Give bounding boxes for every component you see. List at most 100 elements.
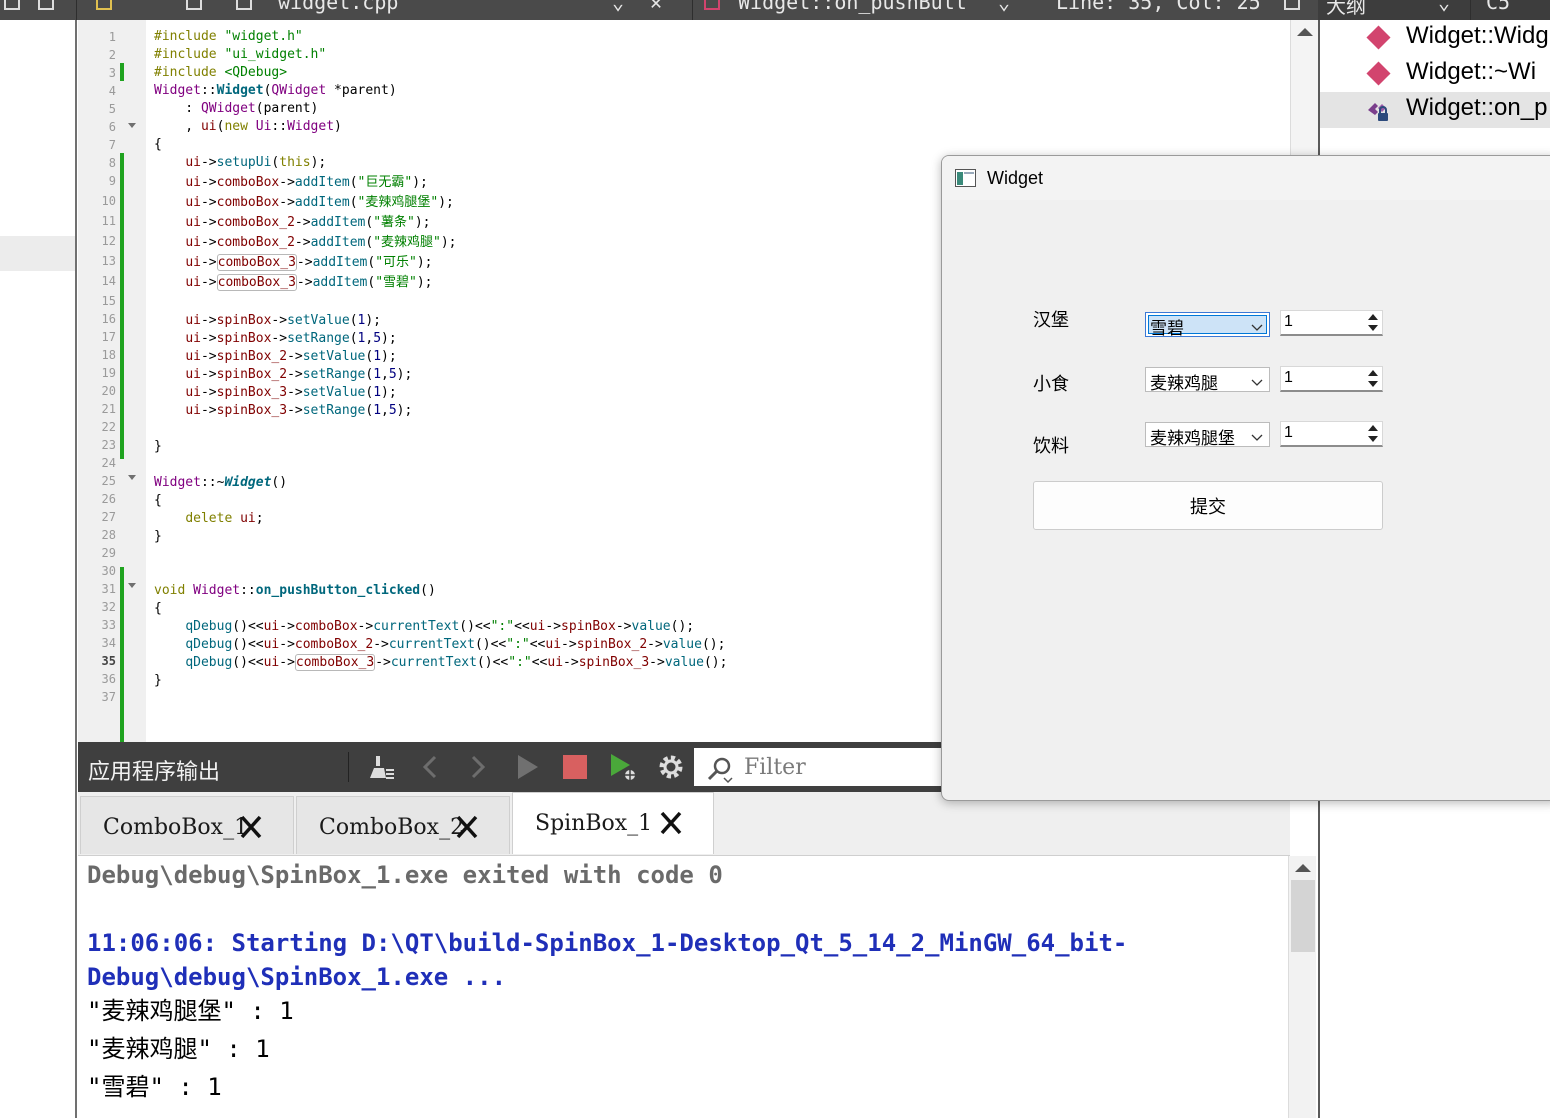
close-tab-icon[interactable] [453,813,481,841]
split-icon[interactable] [1284,0,1300,10]
spin-box-2[interactable]: 1 [1280,366,1383,392]
search-icon [706,756,733,784]
output-scrollbar[interactable] [1288,856,1316,1118]
chevron-down-icon[interactable]: ⌄ [998,0,1010,14]
code-line: ui->spinBox->setValue(1); [185,313,382,328]
lock-icon[interactable] [186,0,202,10]
change-marker [120,63,124,81]
code-line: delete ui; [185,511,264,526]
combo-box-2[interactable]: 麦辣鸡腿 [1145,367,1270,393]
change-marker [120,153,124,459]
code-line: ui->comboBox->addItem("巨无霸"); [185,175,428,190]
line-number: 3 [108,66,116,80]
code-line: qDebug()<<ui->comboBox_2->currentText()<… [185,637,726,652]
stop-icon[interactable] [560,752,590,782]
label-snack: 小食 [1033,374,1069,394]
spin-box-1[interactable]: 1 [1280,310,1383,336]
output-console[interactable]: Debug\debug\SpinBox_1.exe exited with co… [78,856,1288,1118]
code-line: #include "ui_widget.h" [154,47,327,62]
chevron-left-icon[interactable] [416,752,446,782]
spin-box-3[interactable]: 1 [1280,421,1383,447]
code-line: ui->comboBox_3->addItem("雪碧"); [185,274,433,291]
code-line: } [154,673,162,688]
line-number: 34 [101,636,116,650]
line-number: 32 [101,600,116,614]
code-line: ui->spinBox_2->setValue(1); [185,349,397,364]
code-line: , ui(new Ui::Widget) [154,119,342,134]
line-number: 13 [101,254,116,268]
outline-item-slot[interactable]: Widget::on_p [1320,92,1550,128]
label-burger: 汉堡 [1033,310,1069,330]
function-selector[interactable]: Widget::on_pushButt [738,0,967,14]
code-line: qDebug()<<ui->comboBox_3->currentText()<… [185,654,728,671]
close-tab-icon[interactable] [657,809,685,837]
code-line: ui->comboBox_2->addItem("麦辣鸡腿"); [185,235,457,250]
chevron-down-icon [1251,373,1263,386]
label-drink: 饮料 [1033,436,1069,456]
document-icon[interactable] [38,0,54,10]
code-line: #include "widget.h" [154,29,303,44]
spin-down-arrow-icon[interactable] [1368,381,1378,387]
line-number: 6 [108,120,116,134]
symbol-highlight: comboBox_3 [216,254,297,271]
code-line: Widget::~Widget() [154,475,288,490]
back-icon[interactable] [4,0,20,10]
tab-spinbox-1[interactable]: SpinBox_1 [512,792,714,854]
scroll-up-arrow-icon[interactable] [1295,864,1311,872]
line-number: 30 [101,564,116,578]
code-line: ui->spinBox_3->setValue(1); [185,385,397,400]
window-titlebar[interactable]: Widget [942,156,1550,200]
attach-debugger-icon[interactable] [608,752,638,782]
code-line: ui->comboBox_2->addItem("薯条"); [185,215,431,230]
spin-up-arrow-icon[interactable] [1368,425,1378,431]
close-file-icon[interactable]: ✕ [650,0,662,14]
clear-output-icon[interactable] [366,752,396,782]
spin-down-arrow-icon[interactable] [1368,436,1378,442]
combo-box-3[interactable]: 麦辣鸡腿堡 [1145,422,1270,448]
outline-item-constructor[interactable]: Widget::Widg [1320,20,1550,56]
language-badge: C5 [1486,0,1511,14]
code-line: void Widget::on_pushButton_clicked() [154,583,436,598]
line-number: 24 [101,456,116,470]
line-number: 26 [101,492,116,506]
spin-up-arrow-icon[interactable] [1368,370,1378,376]
line-number-gutter: 1 2 3 4 5 6 7 8 9 10 11 12 13 14 15 16 17 18 19 20 21 22 23 24 2… [78,20,146,742]
code-line: ui->comboBox_3->addItem("可乐"); [185,254,433,271]
chevron-right-icon[interactable] [462,752,492,782]
fold-arrow-icon[interactable] [128,123,136,128]
sidebar-highlight [0,236,75,271]
line-number: 23 [101,438,116,452]
line-number: 31 [101,582,116,596]
spin-down-arrow-icon[interactable] [1368,325,1378,331]
function-icon [704,0,720,10]
line-number: 16 [101,312,116,326]
output-pane-title: 应用程序输出 [88,759,221,784]
symbol-highlight: comboBox_3 [294,654,376,671]
run-icon[interactable] [512,752,542,782]
fold-arrow-icon[interactable] [128,475,136,480]
line-number: 33 [101,618,116,632]
tab-combobox-1[interactable]: ComboBox_1 [80,796,294,854]
chevron-down-icon [1251,428,1263,441]
line-number: 22 [101,420,116,434]
submit-button[interactable]: 提交 [1033,481,1383,530]
code-line: ui->comboBox->addItem("麦辣鸡腿堡"); [185,195,454,210]
outline-item-destructor[interactable]: Widget::~Wi [1320,56,1550,92]
code-line: ui->spinBox->setRange(1,5); [185,331,397,346]
line-number: 14 [101,274,116,288]
window-title: Widget [987,168,1044,188]
file-selector[interactable]: widget.cpp [278,0,398,14]
cursor-position[interactable]: Line: 35, Col: 25 [1056,0,1261,14]
spin-up-arrow-icon[interactable] [1368,314,1378,320]
gear-icon[interactable] [656,752,686,782]
tab-combobox-2[interactable]: ComboBox_2 [296,796,510,854]
scroll-thumb[interactable] [1291,880,1315,952]
line-number: 12 [101,234,116,248]
chevron-down-icon[interactable]: ⌄ [1438,0,1450,14]
close-tab-icon[interactable] [237,813,265,841]
bookmark-icon[interactable] [96,0,112,10]
scroll-up-arrow-icon[interactable] [1297,28,1313,36]
combo-box-1[interactable]: 雪碧 [1145,312,1270,338]
chevron-down-icon[interactable]: ⌄ [612,0,624,14]
fold-arrow-icon[interactable] [128,583,136,588]
